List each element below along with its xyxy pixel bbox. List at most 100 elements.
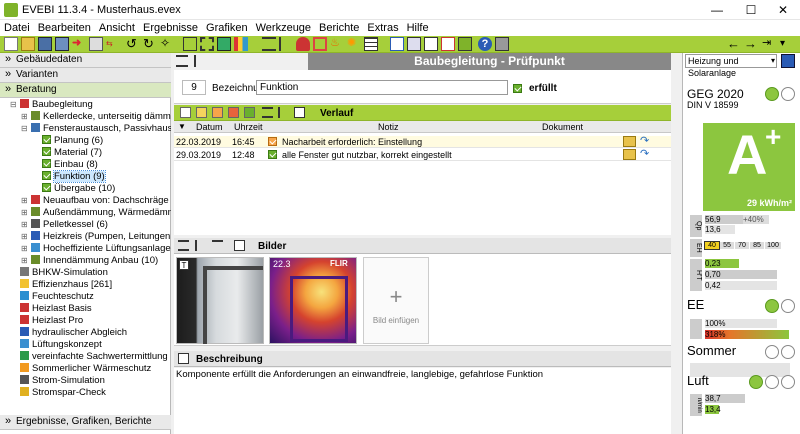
menu-werkzeuge[interactable]: Werkzeuge — [252, 20, 315, 36]
expand-icon[interactable]: ⊞ — [21, 207, 28, 218]
sliders-small-icon[interactable] — [176, 55, 188, 67]
tree-item[interactable]: Effizienzhaus [261] — [20, 279, 112, 290]
col-datum[interactable]: Datum — [196, 121, 223, 133]
expand-icon[interactable]: ⊟ — [21, 123, 28, 134]
save-icon[interactable] — [38, 37, 52, 51]
bilder-view-icon[interactable] — [234, 240, 245, 251]
menu-datei[interactable]: Datei — [0, 20, 34, 36]
section-gebaeudedaten[interactable]: Gebäudedaten — [0, 52, 171, 68]
menu-ergebnisse[interactable]: Ergebnisse — [139, 20, 202, 36]
calculator-icon[interactable] — [495, 37, 509, 51]
chart-bars-icon[interactable] — [234, 37, 248, 51]
table-row[interactable]: 22.03.2019 16:45 Nacharbeit erforderlich… — [174, 136, 671, 148]
photo-window-frame[interactable]: T — [176, 257, 264, 344]
bilder-filter-icon[interactable] — [212, 240, 223, 251]
hat-icon[interactable] — [296, 37, 310, 51]
tree-item[interactable]: ⊞ Innendämmung Anbau (10) — [21, 255, 158, 266]
filter-yellow-icon[interactable] — [196, 107, 207, 118]
tree-item[interactable]: ⊞ Hocheffiziente Lüftungsanlage mit WR — [21, 243, 171, 254]
verlauf-tree-icon[interactable] — [278, 107, 289, 118]
help-icon[interactable]: ? — [478, 37, 492, 51]
sort-icon[interactable]: ▼ — [178, 121, 186, 133]
refresh-icon[interactable]: ↷ — [640, 149, 653, 160]
thermal-image[interactable]: 22.3 FLIR — [269, 257, 357, 344]
frame-icon[interactable] — [183, 37, 197, 51]
sun-tool-icon[interactable]: ✺ — [347, 37, 361, 51]
pin-icon[interactable]: ⇥ — [762, 37, 776, 51]
maximize-button[interactable]: ☐ — [734, 0, 768, 20]
table-icon[interactable] — [364, 37, 378, 51]
wand-icon[interactable]: ✧ — [160, 37, 174, 51]
menu-extras[interactable]: Extras — [363, 20, 402, 36]
save-as-icon[interactable] — [55, 37, 69, 51]
verlauf-copy-icon[interactable] — [294, 107, 305, 118]
list-small-icon[interactable] — [194, 55, 206, 67]
expand-icon[interactable]: ⊞ — [21, 195, 28, 206]
col-notiz[interactable]: Notiz — [378, 121, 399, 133]
tree-item[interactable]: vereinfachte Sachwertermittlung — [20, 351, 168, 362]
menu-ansicht[interactable]: Ansicht — [95, 20, 139, 36]
section-beratung[interactable]: Beratung — [0, 82, 171, 98]
folder-icon[interactable] — [623, 149, 636, 160]
add-image-button[interactable]: + Bild einfügen — [363, 257, 429, 344]
col-uhrzeit[interactable]: Uhrzeit — [234, 121, 263, 133]
preview-icon[interactable] — [424, 37, 438, 51]
chart-doc-icon[interactable] — [441, 37, 455, 51]
tree-item[interactable]: ⊟ Baubegleitung — [10, 99, 93, 110]
tree-item[interactable]: ⊞ Pelletkessel (6) — [21, 219, 108, 230]
tree-icon[interactable] — [279, 37, 293, 51]
tree-item[interactable]: Heizlast Pro — [20, 315, 83, 326]
menu-berichte[interactable]: Berichte — [315, 20, 363, 36]
tree-item[interactable]: Feuchteschutz — [20, 291, 94, 302]
tree-item[interactable]: ⊞ Außendämmung, Wärmedämmverbun — [21, 207, 171, 218]
edit-icon[interactable] — [781, 54, 795, 68]
tree-item[interactable]: Sommerlicher Wärmeschutz — [20, 363, 151, 374]
pipe-icon[interactable] — [313, 37, 327, 51]
minimize-button[interactable]: — — [700, 0, 734, 20]
import-icon[interactable]: ⇆ — [106, 37, 120, 51]
tree-item[interactable]: Funktion (9) — [42, 170, 106, 183]
expand-icon[interactable]: ⊞ — [21, 219, 28, 230]
bezeichnung-input[interactable]: Funktion — [256, 80, 508, 95]
print-icon[interactable] — [89, 37, 103, 51]
tree-item[interactable]: ⊟ Fensteraustausch, Passivhausqualitä — [21, 123, 171, 134]
tree-item[interactable]: Heizlast Basis — [20, 303, 92, 314]
undo-icon[interactable]: ↺ — [126, 37, 140, 51]
section-varianten[interactable]: Varianten — [0, 67, 171, 83]
verlauf-sliders-icon[interactable] — [262, 107, 273, 118]
menu-bearbeiten[interactable]: Bearbeiten — [34, 20, 95, 36]
col-dokument[interactable]: Dokument — [542, 121, 583, 133]
erfuellt-checkbox[interactable] — [513, 84, 522, 93]
next-arrow-icon[interactable]: → — [744, 37, 758, 51]
category-dropdown[interactable]: Heizung und Solaranlage ▾ — [685, 54, 777, 78]
back-arrow-icon[interactable]: ← — [727, 37, 741, 51]
bilder-sliders-icon[interactable] — [178, 240, 189, 251]
tree-item[interactable]: hydraulischer Abgleich — [20, 327, 127, 338]
beschreibung-text[interactable]: Komponente erfüllt die Anforderungen an … — [174, 368, 671, 434]
folder-icon[interactable] — [623, 136, 636, 147]
tree-item[interactable]: Lüftungskonzept — [20, 339, 102, 350]
tree-item[interactable]: ⊞ Kellerdecke, unterseitig dämmen (1) — [21, 111, 171, 122]
section-ergebnisse-grafiken-berichte[interactable]: Ergebnisse, Grafiken, Berichte — [0, 414, 171, 430]
tree-item[interactable]: BHKW-Simulation — [20, 267, 108, 278]
crop-icon[interactable] — [200, 37, 214, 51]
number-field[interactable]: 9 — [182, 80, 206, 95]
close-button[interactable]: ✕ — [766, 0, 800, 20]
edit-doc-icon[interactable] — [178, 353, 189, 364]
sliders-icon[interactable] — [262, 37, 276, 51]
expand-icon[interactable]: ⊞ — [21, 243, 28, 254]
forward-arrow-icon[interactable]: ➜ — [72, 37, 86, 51]
export-icon[interactable] — [458, 37, 472, 51]
tree-item[interactable]: Übergabe (10) — [42, 183, 115, 194]
refresh-icon[interactable]: ↷ — [640, 136, 653, 147]
expand-icon[interactable]: ⊟ — [10, 99, 17, 110]
bilder-tree-icon[interactable] — [195, 240, 206, 251]
filter-error-icon[interactable] — [228, 107, 239, 118]
tree-item[interactable]: Stromspar-Check — [20, 387, 106, 398]
doc-blue-icon[interactable] — [390, 37, 404, 51]
tree-item[interactable]: Strom-Simulation — [20, 375, 105, 386]
new-file-icon[interactable] — [4, 37, 18, 51]
tree-item[interactable]: Material (7) — [42, 147, 102, 158]
expand-icon[interactable]: ⊞ — [21, 111, 28, 122]
tree-item[interactable]: ⊞ Heizkreis (Pumpen, Leitungen, Dämmu — [21, 231, 171, 242]
